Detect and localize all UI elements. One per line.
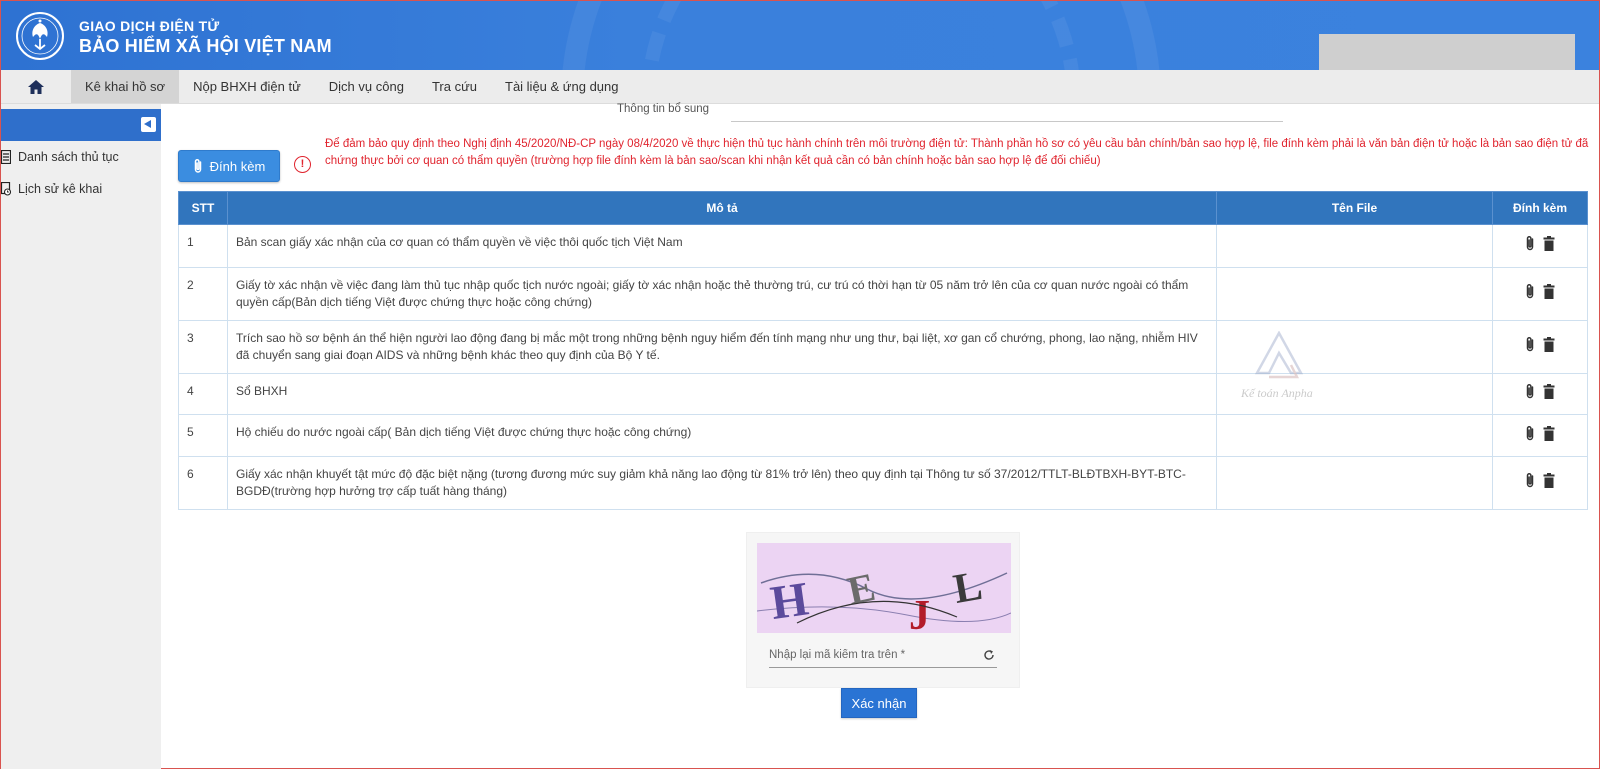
row-stt: 1 (178, 224, 228, 268)
captcha-letter: H (767, 572, 811, 630)
row-description: Hộ chiếu do nước ngoài cấp( Bản dịch tiế… (227, 414, 1217, 457)
table-row: 1 Bản scan giấy xác nhận của cơ quan có … (178, 224, 1588, 268)
col-header-file: Tên File (1216, 191, 1493, 225)
user-info-box[interactable] (1319, 34, 1575, 70)
trash-icon[interactable] (1543, 473, 1555, 488)
paperclip-icon[interactable] (1525, 425, 1535, 442)
nav-item-ke-khai-ho-so[interactable]: Kê khai hồ sơ (71, 70, 180, 103)
trash-icon[interactable] (1543, 425, 1555, 441)
row-description: Bản scan giấy xác nhận của cơ quan có th… (227, 224, 1217, 268)
ke-toan-anpha-watermark: Kế toán Anpha (1240, 331, 1313, 400)
trash-icon[interactable] (1543, 384, 1555, 399)
extra-info-input-line[interactable] (731, 121, 1283, 122)
sidebar: Danh sách thủ tục Lịch sử kê khai (1, 104, 161, 769)
row-stt: 4 (178, 373, 228, 415)
table-row: 3 Trích sao hồ sơ bệnh án thể hiện người… (178, 320, 1588, 374)
captcha-image: H E J L (757, 543, 1011, 633)
row-actions (1492, 267, 1588, 321)
document-list-icon (1, 150, 11, 164)
paperclip-icon[interactable] (1525, 472, 1535, 489)
row-description: Giấy tờ xác nhận về việc đang làm thủ tụ… (227, 267, 1217, 321)
row-actions (1492, 224, 1588, 268)
row-file-name (1216, 456, 1493, 510)
refresh-captcha-icon[interactable] (983, 649, 995, 661)
trash-icon[interactable] (1543, 284, 1555, 299)
row-stt: 3 (178, 320, 228, 374)
sidebar-item-lich-su-ke-khai[interactable]: Lịch sử kê khai (1, 178, 161, 200)
paperclip-icon[interactable] (1525, 235, 1535, 252)
row-file-name (1216, 414, 1493, 457)
nav-item-dich-vu-cong[interactable]: Dịch vụ công (315, 70, 418, 103)
history-icon (1, 182, 11, 196)
row-description: Giấy xác nhận khuyết tật mức độ đặc biệt… (227, 456, 1217, 510)
paperclip-icon (194, 159, 201, 173)
trash-icon[interactable] (1543, 337, 1555, 352)
sidebar-collapse-bar (1, 109, 161, 141)
site-header: GIAO DỊCH ĐIỆN TỬ BẢO HIỂM XÃ HỘI VIỆT N… (1, 1, 1599, 70)
col-header-stt: STT (178, 191, 228, 225)
nav-item-tra-cuu[interactable]: Tra cứu (418, 70, 491, 103)
confirm-button[interactable]: Xác nhận (841, 688, 917, 718)
extra-info-label: Thông tin bổ sung (617, 103, 710, 115)
legal-warning-text: Để đảm bảo quy định theo Nghị định 45/20… (325, 138, 1589, 167)
brand-title[interactable]: BẢO HIỂM XÃ HỘI VIỆT NAM (79, 36, 332, 57)
table-row: 6 Giấy xác nhận khuyết tật mức độ đặc bi… (178, 456, 1588, 510)
captcha-panel: H E J L (746, 532, 1020, 688)
row-actions (1492, 320, 1588, 374)
paperclip-icon[interactable] (1525, 336, 1535, 353)
main-nav: Kê khai hồ sơ Nộp BHXH điện tử Dịch vụ c… (1, 70, 1599, 104)
col-header-attach: Đính kèm (1492, 191, 1588, 225)
row-description: Sổ BHXH (227, 373, 1217, 415)
row-file-name (1216, 224, 1493, 268)
home-icon (28, 79, 44, 94)
table-row: 4 Sổ BHXH (178, 373, 1588, 415)
sidebar-item-danh-sach-thu-tuc[interactable]: Danh sách thủ tục (1, 146, 161, 168)
attachments-table: STT Mô tả Tên File Đính kèm 1 Bản scan g… (178, 191, 1588, 510)
row-description: Trích sao hồ sơ bệnh án thể hiện người l… (227, 320, 1217, 374)
nav-item-nop-bhxh[interactable]: Nộp BHXH điện tử (179, 70, 315, 103)
header-drum-pattern-inner (641, 1, 1081, 70)
sidebar-item-label: Danh sách thủ tục (18, 150, 119, 164)
row-actions (1492, 456, 1588, 510)
row-file-name (1216, 267, 1493, 321)
table-header-row: STT Mô tả Tên File Đính kèm (178, 191, 1588, 225)
captcha-input[interactable] (769, 642, 997, 668)
nav-item-tai-lieu[interactable]: Tài liệu & ứng dụng (491, 70, 633, 103)
table-row: 5 Hộ chiếu do nước ngoài cấp( Bản dịch t… (178, 414, 1588, 457)
attach-file-button[interactable]: Đính kèm (178, 150, 280, 182)
row-stt: 5 (178, 414, 228, 457)
attach-button-label: Đính kèm (209, 158, 266, 174)
watermark-text: Kế toán Anpha (1240, 386, 1313, 400)
warning-exclamation-icon: ! (294, 156, 311, 173)
brand-subtitle: GIAO DỊCH ĐIỆN TỬ (79, 18, 220, 34)
table-row: 2 Giấy tờ xác nhận về việc đang làm thủ … (178, 267, 1588, 321)
paperclip-icon[interactable] (1525, 383, 1535, 400)
row-actions (1492, 414, 1588, 457)
captcha-letter: J (909, 593, 930, 633)
bhxh-logo-icon[interactable] (15, 11, 65, 61)
paperclip-icon[interactable] (1525, 283, 1535, 300)
row-stt: 2 (178, 267, 228, 321)
collapse-sidebar-icon[interactable] (141, 117, 156, 132)
nav-home[interactable] (1, 70, 71, 103)
row-stt: 6 (178, 456, 228, 510)
sidebar-item-label: Lịch sử kê khai (18, 182, 103, 196)
row-actions (1492, 373, 1588, 415)
trash-icon[interactable] (1543, 236, 1555, 251)
col-header-desc: Mô tả (227, 191, 1217, 225)
